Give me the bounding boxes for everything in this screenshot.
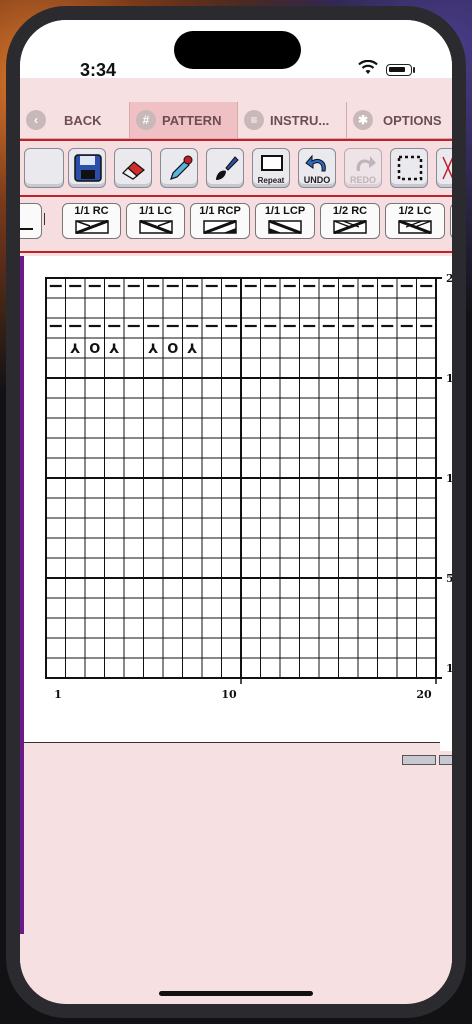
floppy-disk-icon	[74, 154, 102, 182]
wifi-icon	[358, 60, 378, 74]
stitch-button-1-2-rc[interactable]: 1/2 RC	[320, 203, 380, 239]
tab-back[interactable]: ‹ BACK	[20, 102, 130, 138]
blank-tool-button[interactable]	[24, 148, 64, 188]
grid-icon: #	[136, 110, 156, 130]
repeat-box-icon	[261, 155, 283, 171]
tab-pattern-label: PATTERN	[162, 112, 222, 128]
zoom-out-button[interactable]	[402, 755, 436, 765]
tab-options[interactable]: ✱ OPTIONS	[347, 102, 452, 138]
paintbrush-icon	[216, 156, 239, 180]
home-indicator[interactable]	[159, 991, 313, 996]
redo-button[interactable]: REDO	[344, 148, 382, 188]
dynamic-island	[174, 31, 301, 69]
stitch-symbol: ⅄	[109, 342, 119, 357]
y-tick-label: 20	[446, 272, 452, 285]
app-screen: 3:34 ‹ BACK # PATTERN ≡ INSTRU... ✱ OPTI…	[20, 20, 452, 1004]
tab-back-label: BACK	[64, 112, 102, 128]
stitch-label: 1/1 LC	[138, 205, 172, 217]
lower-panel	[20, 731, 452, 1001]
top-padding	[20, 78, 452, 102]
stitch-separator	[44, 213, 45, 225]
stitch-label: 1/2 LC	[398, 205, 432, 217]
scroll-corner	[440, 731, 452, 751]
pattern-chart-area[interactable]: ⅄ O ⅄ ⅄ O ⅄ 20 15 10 5 1 1 10 20	[20, 256, 452, 744]
stitch-button-1-1-lcp[interactable]: 1/1 LCP	[255, 203, 315, 239]
tab-instructions[interactable]: ≡ INSTRU...	[238, 102, 347, 138]
stitch-symbol: ⅄	[187, 342, 197, 357]
redo-icon	[356, 156, 376, 171]
cut-button[interactable]	[436, 148, 452, 188]
stitch-button-1-1-rc[interactable]: 1/1 RC	[62, 203, 121, 239]
stitch-symbol: ⅄	[148, 342, 158, 357]
stitch-label: 1/1 RC	[74, 205, 109, 217]
stitch-button-partial[interactable]	[20, 203, 42, 239]
eyedropper-button[interactable]	[160, 148, 198, 188]
tab-options-label: OPTIONS	[383, 112, 442, 128]
gear-icon: ✱	[353, 110, 373, 130]
scissors-icon	[442, 156, 452, 180]
y-tick-label: 15	[446, 372, 452, 385]
dash-icon	[20, 228, 33, 230]
tab-bar: ‹ BACK # PATTERN ≡ INSTRU... ✱ OPTIONS	[20, 102, 452, 139]
y-tick-label: 10	[446, 472, 452, 485]
selection-icon	[397, 155, 423, 181]
stitch-button-1-2-lc[interactable]: 1/2 LC	[385, 203, 445, 239]
tab-pattern[interactable]: # PATTERN	[130, 102, 238, 138]
left-cross-purl-icon	[268, 220, 302, 234]
undo-label: UNDO	[303, 175, 331, 185]
select-button[interactable]	[390, 148, 428, 188]
x-tick-label: 1	[54, 688, 62, 701]
left-cross-icon	[138, 220, 173, 234]
battery-nub	[413, 67, 415, 73]
y-tick-label: 5	[446, 572, 452, 585]
undo-button[interactable]: UNDO	[298, 148, 336, 188]
eraser-button[interactable]	[114, 148, 152, 188]
stitch-button-1-1-lc[interactable]: 1/1 LC	[126, 203, 185, 239]
tool-toolbar: Repeat UNDO REDO	[20, 139, 452, 197]
stitch-symbol: O	[167, 342, 178, 357]
right-cross-purl-icon	[203, 220, 237, 234]
stitch-symbol: ⅄	[70, 342, 80, 357]
knitting-chart[interactable]: ⅄ O ⅄ ⅄ O ⅄ 20 15 10 5 1 1 10 20	[20, 256, 452, 744]
stitch-label: 1/1 RCP	[199, 205, 241, 217]
redo-label: REDO	[349, 175, 376, 185]
right-cross-icon	[74, 220, 109, 234]
y-tick-label: 1	[446, 662, 452, 675]
status-bar: 3:34	[20, 20, 452, 80]
save-button[interactable]	[68, 148, 106, 188]
brush-button[interactable]	[206, 148, 244, 188]
stitch-button-partial-right[interactable]	[450, 203, 452, 239]
undo-icon	[305, 154, 326, 172]
tab-instructions-label: INSTRU...	[270, 112, 330, 128]
chevron-left-icon: ‹	[26, 110, 46, 130]
battery-icon	[386, 64, 412, 76]
zoom-in-button[interactable]	[439, 755, 452, 765]
eyedropper-icon	[170, 155, 193, 180]
x-tick-label: 10	[221, 688, 237, 701]
right-cross-wide-icon	[333, 220, 367, 234]
stitch-button-1-1-rcp[interactable]: 1/1 RCP	[190, 203, 250, 239]
eraser-icon	[122, 161, 145, 180]
list-icon: ≡	[244, 110, 264, 130]
side-indicator	[20, 256, 24, 934]
stitch-toolbar: 1/1 RC 1/1 LC 1/1 RCP 1/1 LCP 1/2 RC 1/2…	[20, 199, 452, 253]
stitch-label: 1/1 LCP	[264, 205, 306, 217]
stitch-label: 1/2 RC	[332, 205, 368, 217]
repeat-button[interactable]: Repeat	[252, 148, 290, 188]
stitch-symbol: O	[89, 342, 100, 357]
x-tick-label: 20	[416, 688, 432, 701]
repeat-label: Repeat	[257, 176, 285, 185]
left-cross-wide-icon	[398, 220, 432, 234]
